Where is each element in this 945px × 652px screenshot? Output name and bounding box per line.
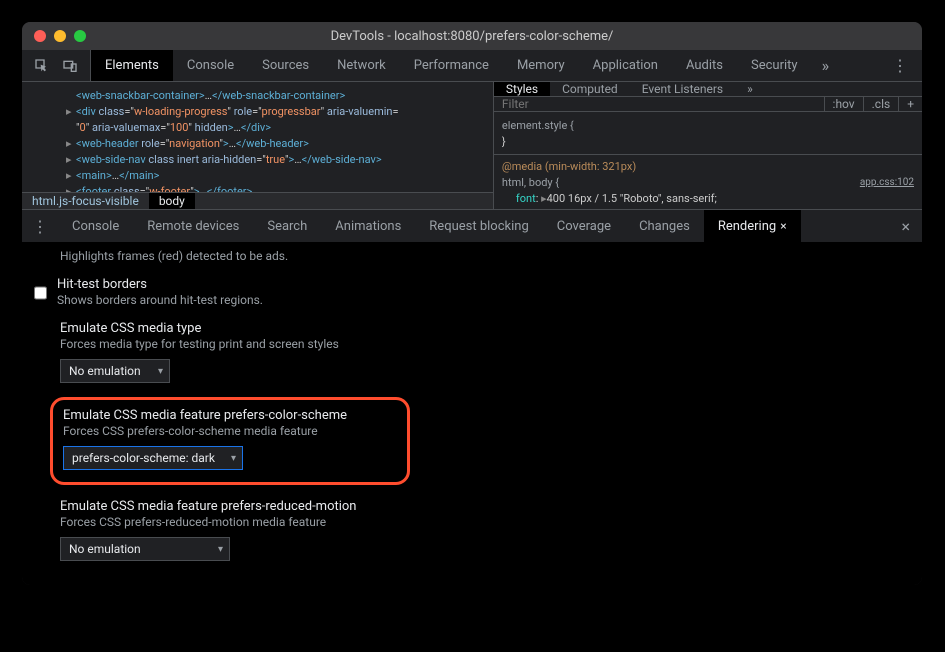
- color-scheme-highlight: Emulate CSS media feature prefers-color-…: [50, 397, 410, 485]
- dom-tree[interactable]: <web-snackbar-container>…</web-snackbar-…: [22, 82, 493, 192]
- drawer-menu-button[interactable]: ⋮: [22, 217, 58, 236]
- font-property[interactable]: font: [516, 192, 536, 205]
- drawer-tabs-bar: ⋮ ConsoleRemote devicesSearchAnimationsR…: [22, 210, 922, 242]
- styles-tab-styles[interactable]: Styles: [494, 82, 550, 96]
- dom-node[interactable]: ▸<div class="w-loading-progress" role="p…: [30, 104, 485, 120]
- hit-test-checkbox[interactable]: [34, 279, 47, 307]
- dom-node[interactable]: ▸<web-side-nav class inert aria-hidden="…: [30, 152, 485, 168]
- dom-node[interactable]: ▸<web-header role="navigation">…</web-he…: [30, 136, 485, 152]
- tabs-overflow-button[interactable]: »: [812, 56, 840, 75]
- tab-console[interactable]: Console: [173, 50, 248, 81]
- ad-frames-desc: Highlights frames (red) detected to be a…: [60, 249, 910, 263]
- source-link[interactable]: app.css:102: [860, 175, 914, 191]
- traffic-lights: [34, 30, 86, 42]
- breadcrumb-html[interactable]: html.js-focus-visible: [22, 193, 149, 209]
- drawer-tab-animations[interactable]: Animations: [321, 210, 415, 242]
- media-type-select[interactable]: No emulation: [60, 359, 170, 383]
- brace: }: [502, 135, 506, 148]
- elements-panel: <web-snackbar-container>…</web-snackbar-…: [22, 82, 493, 209]
- device-toggle-icon[interactable]: [62, 58, 78, 74]
- tab-memory[interactable]: Memory: [503, 50, 579, 81]
- tab-application[interactable]: Application: [579, 50, 672, 81]
- drawer-tab-rendering[interactable]: Rendering×: [704, 210, 801, 242]
- devtools-menu-button[interactable]: ⋮: [878, 50, 922, 81]
- reduced-motion-desc: Forces CSS prefers-reduced-motion media …: [60, 515, 910, 529]
- hit-test-desc: Shows borders around hit-test regions.: [57, 293, 263, 307]
- tab-network[interactable]: Network: [323, 50, 400, 81]
- media-type-desc: Forces media type for testing print and …: [60, 337, 910, 351]
- tab-elements[interactable]: Elements: [91, 50, 173, 81]
- maximize-window-button[interactable]: [74, 30, 86, 42]
- dom-node[interactable]: <web-snackbar-container>…</web-snackbar-…: [30, 88, 485, 104]
- toolbar-icons: [22, 50, 91, 81]
- tab-security[interactable]: Security: [737, 50, 812, 81]
- media-query: @media (min-width: 321px): [502, 160, 636, 173]
- styles-tabs: StylesComputedEvent Listeners»: [494, 82, 922, 97]
- breadcrumb-body[interactable]: body: [149, 193, 195, 209]
- main-tabs: ElementsConsoleSourcesNetworkPerformance…: [91, 50, 812, 81]
- reduced-motion-select[interactable]: No emulation: [60, 537, 230, 561]
- rule-selector: html, body {: [502, 176, 559, 189]
- drawer-tab-search[interactable]: Search: [253, 210, 321, 242]
- drawer-tab-remote-devices[interactable]: Remote devices: [133, 210, 253, 242]
- color-scheme-desc: Forces CSS prefers-color-scheme media fe…: [63, 424, 397, 438]
- titlebar: DevTools - localhost:8080/prefers-color-…: [22, 22, 922, 50]
- breadcrumb-bar: html.js-focus-visible body: [22, 192, 493, 209]
- styles-tab-computed[interactable]: Computed: [550, 82, 630, 96]
- element-style-selector: element.style {: [502, 119, 574, 132]
- window-title: DevTools - localhost:8080/prefers-color-…: [22, 29, 922, 44]
- cls-button[interactable]: .cls: [863, 97, 899, 111]
- inspect-icon[interactable]: [34, 58, 50, 74]
- styles-tab-event-listeners[interactable]: Event Listeners: [630, 82, 735, 96]
- close-window-button[interactable]: [34, 30, 46, 42]
- media-type-title: Emulate CSS media type: [60, 321, 910, 336]
- main-toolbar: ElementsConsoleSourcesNetworkPerformance…: [22, 50, 922, 82]
- main-panel: <web-snackbar-container>…</web-snackbar-…: [22, 82, 922, 209]
- drawer: ⋮ ConsoleRemote devicesSearchAnimationsR…: [22, 209, 922, 585]
- drawer-tab-console[interactable]: Console: [58, 210, 133, 242]
- devtools-window: DevTools - localhost:8080/prefers-color-…: [22, 22, 922, 585]
- dom-node[interactable]: "0" aria-valuemax="100" hidden>…</div>: [30, 120, 485, 136]
- tab-audits[interactable]: Audits: [672, 50, 737, 81]
- dom-node[interactable]: ▸<footer class="w-footer">…</footer>: [30, 184, 485, 192]
- drawer-tab-request-blocking[interactable]: Request blocking: [415, 210, 542, 242]
- styles-filter-input[interactable]: [494, 97, 824, 111]
- reduced-motion-title: Emulate CSS media feature prefers-reduce…: [60, 499, 910, 514]
- styles-panel: StylesComputedEvent Listeners» :hov .cls…: [493, 82, 922, 209]
- tab-sources[interactable]: Sources: [248, 50, 323, 81]
- drawer-tab-changes[interactable]: Changes: [625, 210, 704, 242]
- hov-button[interactable]: :hov: [824, 97, 863, 111]
- dom-node[interactable]: ▸<main>…</main>: [30, 168, 485, 184]
- styles-filter-row: :hov .cls +: [494, 97, 922, 112]
- styles-tabs-overflow[interactable]: »: [735, 82, 765, 96]
- tab-performance[interactable]: Performance: [400, 50, 503, 81]
- color-scheme-title: Emulate CSS media feature prefers-color-…: [63, 408, 397, 423]
- color-scheme-select[interactable]: prefers-color-scheme: dark: [63, 446, 243, 470]
- drawer-tab-coverage[interactable]: Coverage: [543, 210, 625, 242]
- minimize-window-button[interactable]: [54, 30, 66, 42]
- close-icon[interactable]: ×: [780, 219, 786, 233]
- drawer-close-button[interactable]: ×: [889, 217, 922, 236]
- rendering-panel: Highlights frames (red) detected to be a…: [22, 242, 922, 585]
- hit-test-title: Hit-test borders: [57, 277, 263, 292]
- new-style-rule-button[interactable]: +: [898, 97, 922, 111]
